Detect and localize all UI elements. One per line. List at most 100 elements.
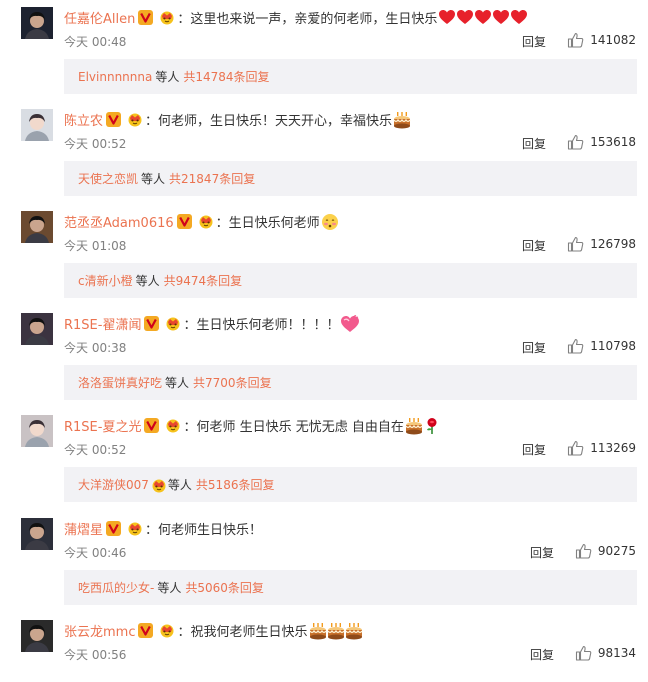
reply-username-link[interactable]: 天使之恋凯	[78, 170, 138, 187]
like-button[interactable]: 110798	[567, 338, 636, 354]
comment-username-link[interactable]: 范丞丞Adam0616	[64, 212, 174, 231]
comment-username-link[interactable]: 陈立农	[64, 110, 103, 129]
like-button[interactable]: 153618	[567, 134, 636, 150]
crown-badge-icon	[157, 622, 177, 638]
crown-badge-icon	[196, 213, 216, 229]
avatar[interactable]	[21, 620, 53, 652]
comment-text: ：生日快乐何老师	[215, 215, 320, 231]
like-count: 141082	[590, 33, 636, 47]
more-replies-bar[interactable]: Elvinnnnnna 等人 共14784条回复	[64, 59, 637, 94]
reply-username-link[interactable]: 大洋游侠007	[78, 476, 149, 493]
comment-timestamp: 今天 00:48	[64, 35, 127, 49]
comment-text: ：何老师生日快乐！	[145, 522, 263, 538]
like-button[interactable]: 141082	[567, 32, 636, 48]
more-replies-bar[interactable]: c清新小橙 等人 共9474条回复	[64, 263, 637, 298]
reply-total-link[interactable]: 共21847条回复	[169, 170, 255, 187]
avatar[interactable]	[21, 7, 53, 39]
comment-username-link[interactable]: R1SE-翟潇闻	[64, 314, 141, 333]
comment-item: R1SE-翟潇闻 ：生日快乐何老师！！！！ 今天 00:38 回复 110798 洛洛蛋饼…	[0, 306, 648, 409]
more-replies-bar[interactable]: 大洋游侠007 等人 共5186条回复	[64, 467, 637, 502]
cake-emoji-icon	[326, 622, 345, 639]
comment-meta: 今天 00:48 回复 141082	[64, 32, 636, 51]
like-button[interactable]: 90275	[575, 543, 636, 559]
reply-button[interactable]: 回复	[522, 237, 546, 254]
reply-button[interactable]: 回复	[530, 544, 554, 561]
comment-meta: 今天 00:38 回复 110798	[64, 338, 636, 357]
comment-meta: 今天 01:08 回复 126798	[64, 236, 636, 255]
heart-emoji-icon	[456, 9, 474, 26]
like-count: 110798	[590, 339, 636, 353]
reply-button[interactable]: 回复	[522, 135, 546, 152]
comment-timestamp: 今天 01:08	[64, 239, 127, 253]
avatar[interactable]	[21, 518, 53, 550]
reply-others-label: 等人	[157, 581, 182, 595]
reply-others-label: 等人	[165, 376, 190, 390]
thumbs-up-icon	[575, 543, 592, 559]
comment-username-link[interactable]: R1SE-夏之光	[64, 416, 141, 435]
verified-v-icon	[144, 315, 160, 331]
comment-meta: 今天 00:52 回复 113269	[64, 440, 636, 459]
reply-total-link[interactable]: 共5186条回复	[196, 476, 275, 493]
avatar[interactable]	[21, 313, 53, 345]
avatar[interactable]	[21, 415, 53, 447]
comment-meta: 今天 00:56 回复 98134	[64, 645, 636, 664]
comment-content: R1SE-夏之光 ：何老师 生日快乐 无忧无虑 自由自在	[64, 414, 628, 436]
crown-badge-icon	[163, 315, 183, 331]
avatar[interactable]	[21, 109, 53, 141]
cake-emoji-icon	[405, 417, 423, 434]
reply-username-link[interactable]: 吃西瓜的少女-	[78, 579, 154, 596]
comment-text: ：何老师 生日快乐 无忧无虑 自由自在	[183, 419, 404, 435]
like-count: 113269	[590, 441, 636, 455]
comment-content: 陈立农 ：何老师，生日快乐！天天开心，幸福快乐	[64, 108, 628, 130]
more-replies-bar[interactable]: 吃西瓜的少女- 等人 共5060条回复	[64, 570, 637, 605]
comment-text: ：祝我何老师生日快乐	[177, 624, 308, 640]
reply-button[interactable]: 回复	[522, 441, 546, 458]
comment-content: 张云龙mmc ：祝我何老师生日快乐	[64, 619, 628, 641]
heart-emoji-icon	[510, 9, 528, 26]
reply-button[interactable]: 回复	[522, 33, 546, 50]
comment-username-link[interactable]: 张云龙mmc	[64, 621, 135, 640]
cake-emoji-icon	[393, 111, 411, 128]
reply-total-link[interactable]: 共5060条回复	[185, 579, 264, 596]
thumbs-up-icon	[567, 134, 584, 150]
like-count: 90275	[597, 544, 636, 558]
reply-others-label: 等人	[135, 274, 160, 288]
reply-total-link[interactable]: 共7700条回复	[193, 374, 272, 391]
comment-username-link[interactable]: 任嘉伦Allen	[64, 8, 135, 27]
comment-item: 蒲熠星 ：何老师生日快乐！ 今天 00:46 回复 90275 吃西瓜的少女- 等人 共506…	[0, 511, 648, 614]
reply-username-link[interactable]: c清新小橙	[78, 272, 133, 289]
more-replies-bar[interactable]: 天使之恋凯 等人 共21847条回复	[64, 161, 637, 196]
reply-username-link[interactable]: 洛洛蛋饼真好吃	[78, 374, 162, 391]
comment-text: ：何老师，生日快乐！天天开心，幸福快乐	[145, 113, 393, 129]
comment-timestamp: 今天 00:56	[64, 648, 127, 662]
heart-emoji-icon	[438, 9, 456, 26]
like-count: 126798	[590, 237, 636, 251]
reply-total-link[interactable]: 共9474条回复	[164, 272, 243, 289]
like-count: 153618	[590, 135, 636, 149]
thumbs-up-icon	[567, 338, 584, 354]
comment-content: R1SE-翟潇闻 ：生日快乐何老师！！！！	[64, 312, 628, 334]
avatar[interactable]	[21, 211, 53, 243]
verified-v-icon	[176, 213, 192, 229]
reply-others-label: 等人	[155, 70, 180, 84]
rose-emoji-icon	[423, 417, 440, 434]
heart-emoji-icon	[492, 9, 510, 26]
crown-badge-icon	[157, 9, 177, 25]
comment-text: ：生日快乐何老师！！！！	[183, 317, 340, 333]
reply-button[interactable]: 回复	[522, 339, 546, 356]
like-button[interactable]: 98134	[575, 645, 636, 661]
comment-timestamp: 今天 00:52	[64, 443, 127, 457]
comment-username-link[interactable]: 蒲熠星	[64, 519, 103, 538]
reply-others-label: 等人	[167, 478, 192, 492]
reply-total-link[interactable]: 共14784条回复	[183, 68, 269, 85]
like-button[interactable]: 126798	[567, 236, 636, 252]
crown-badge-icon	[125, 111, 145, 127]
thumbs-up-icon	[567, 32, 584, 48]
reply-username-link[interactable]: Elvinnnnnna	[78, 70, 152, 84]
verified-v-icon	[138, 622, 154, 638]
more-replies-bar[interactable]: 洛洛蛋饼真好吃 等人 共7700条回复	[64, 365, 637, 400]
verified-v-icon	[138, 9, 154, 25]
reply-button[interactable]: 回复	[530, 646, 554, 663]
cake-emoji-icon	[308, 622, 327, 639]
like-button[interactable]: 113269	[567, 440, 636, 456]
